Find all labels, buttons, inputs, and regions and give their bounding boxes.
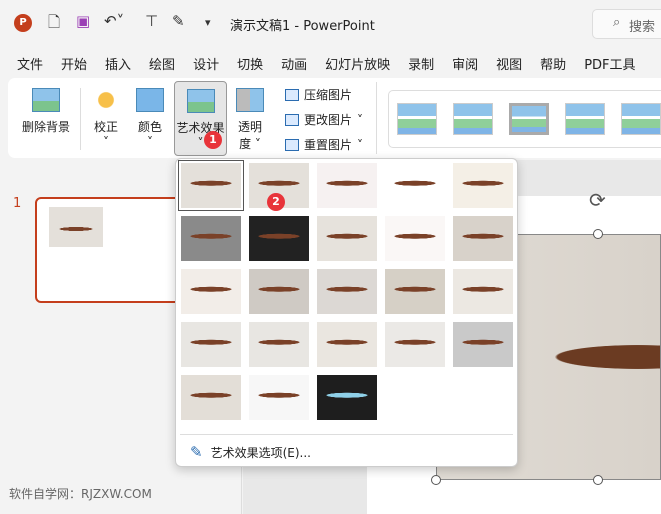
search-placeholder: 搜索: [629, 20, 656, 35]
picture-style-5[interactable]: [621, 103, 661, 135]
artistic-effect-option[interactable]: [249, 322, 309, 367]
tab-insert[interactable]: 插入: [96, 52, 140, 75]
resize-handle[interactable]: [593, 229, 603, 239]
artistic-effect-option[interactable]: [317, 216, 377, 261]
transparency-label-2: 度: [239, 137, 252, 151]
artistic-effect-option[interactable]: [178, 160, 244, 211]
menu-tabs: 文件 开始 插入 绘图 设计 切换 动画 幻灯片放映 录制 审阅 视图 帮助 P…: [8, 52, 645, 75]
artistic-effects-options-label: 艺术效果选项(E)...: [210, 445, 311, 460]
slide-thumbnail-1[interactable]: [35, 197, 183, 303]
sun-icon: [92, 88, 120, 112]
artistic-effect-option[interactable]: [181, 216, 241, 261]
compress-icon: [285, 88, 299, 101]
artistic-effect-option[interactable]: [385, 269, 445, 314]
picture-style-4[interactable]: [565, 103, 605, 135]
artistic-effect-option[interactable]: [317, 322, 377, 367]
divider: [180, 434, 513, 435]
picture-style-2[interactable]: [453, 103, 493, 135]
artistic-effect-option[interactable]: [317, 269, 377, 314]
artistic-effect-option[interactable]: [453, 269, 513, 314]
paint-brush-icon: ✎: [190, 443, 203, 461]
tab-pdf-tools[interactable]: PDF工具: [575, 52, 644, 75]
divider: [80, 88, 81, 150]
compress-label: 压缩图片: [304, 88, 353, 102]
color-label: 颜色: [137, 120, 162, 134]
transparency-icon: [236, 88, 264, 112]
change-picture-label: 更改图片: [304, 113, 353, 127]
picture-style-3[interactable]: [509, 103, 549, 135]
artistic-effect-option[interactable]: [453, 216, 513, 261]
thumbnail-picture: [49, 207, 103, 247]
remove-background-label: 删除背景: [21, 120, 70, 134]
color-icon: [136, 88, 164, 112]
powerpoint-logo-icon: P: [14, 14, 32, 32]
tab-slideshow[interactable]: 幻灯片放映: [316, 52, 399, 75]
picture-styles-gallery: [388, 90, 661, 148]
step-badge-1: 1: [204, 131, 222, 149]
watermark: 软件自学网：RJZXW.COM: [9, 487, 152, 501]
artistic-effect-option[interactable]: [181, 375, 241, 420]
tab-help[interactable]: 帮助: [531, 52, 575, 75]
new-file-icon[interactable]: 🗋: [48, 12, 60, 37]
artistic-effect-option[interactable]: [317, 375, 377, 420]
picture-style-1[interactable]: [397, 103, 437, 135]
divider: [376, 82, 377, 154]
tab-view[interactable]: 视图: [487, 52, 531, 75]
tab-home[interactable]: 开始: [52, 52, 96, 75]
corrections-label: 校正: [93, 120, 118, 134]
rotate-handle-icon[interactable]: ⟳: [589, 188, 606, 212]
reset-picture-button[interactable]: 重置图片 ˅: [285, 136, 363, 153]
reset-picture-icon: [285, 138, 299, 151]
search-box[interactable]: ⌕ 搜索: [592, 9, 661, 39]
change-picture-button[interactable]: 更改图片 ˅: [285, 111, 363, 128]
artistic-effects-options-item[interactable]: ✎ 艺术效果选项(E)...: [190, 443, 311, 461]
tab-animations[interactable]: 动画: [272, 52, 316, 75]
artistic-effects-dropdown: 2 ✎ 艺术效果选项(E)...: [175, 158, 518, 467]
tab-file[interactable]: 文件: [8, 52, 52, 75]
search-icon: ⌕: [613, 15, 621, 30]
resize-handle[interactable]: [593, 475, 603, 485]
remove-background-button[interactable]: 删除背景: [18, 88, 74, 135]
tab-draw[interactable]: 绘图: [140, 52, 184, 75]
artistic-effect-option[interactable]: [385, 216, 445, 261]
customize-qat-icon[interactable]: ▾: [205, 16, 211, 29]
change-picture-icon: [285, 113, 299, 126]
remove-background-icon: [32, 88, 60, 112]
document-title: 演示文稿1 - PowerPoint: [230, 19, 375, 34]
tab-review[interactable]: 审阅: [443, 52, 487, 75]
transparency-label: 透明: [237, 120, 262, 134]
tab-record[interactable]: 录制: [399, 52, 443, 75]
artistic-effect-option[interactable]: [385, 322, 445, 367]
tab-design[interactable]: 设计: [184, 52, 228, 75]
corrections-button[interactable]: 校正 ˅: [88, 88, 124, 149]
artistic-effect-option[interactable]: [249, 375, 309, 420]
reset-picture-label: 重置图片: [304, 138, 353, 152]
save-as-icon[interactable]: ✎: [172, 12, 185, 30]
color-button[interactable]: 颜色 ˅: [132, 88, 168, 149]
save-icon[interactable]: ▣: [76, 12, 90, 30]
slide-number: 1: [13, 196, 22, 211]
present-icon[interactable]: ⊤: [145, 12, 158, 30]
artistic-effect-option[interactable]: [385, 163, 445, 208]
artistic-effect-option[interactable]: [317, 163, 377, 208]
artistic-effects-icon: [186, 89, 215, 113]
tab-transitions[interactable]: 切换: [228, 52, 272, 75]
title-bar: P 🗋 ▣ ↶˅ ⊤ ✎ ▾ 演示文稿1 - PowerPoint ⌕ 搜索: [0, 0, 661, 44]
artistic-effect-option[interactable]: [249, 216, 309, 261]
artistic-effect-option[interactable]: [453, 322, 513, 367]
artistic-effect-option[interactable]: [249, 269, 309, 314]
artistic-effect-option[interactable]: [181, 322, 241, 367]
artistic-effect-option[interactable]: [181, 269, 241, 314]
compress-pictures-button[interactable]: 压缩图片: [285, 86, 352, 103]
artistic-effect-option[interactable]: [453, 163, 513, 208]
undo-icon[interactable]: ↶˅: [104, 12, 124, 30]
step-badge-2: 2: [267, 193, 285, 211]
resize-handle[interactable]: [431, 475, 441, 485]
transparency-button[interactable]: 透明度 ˅: [230, 88, 270, 152]
